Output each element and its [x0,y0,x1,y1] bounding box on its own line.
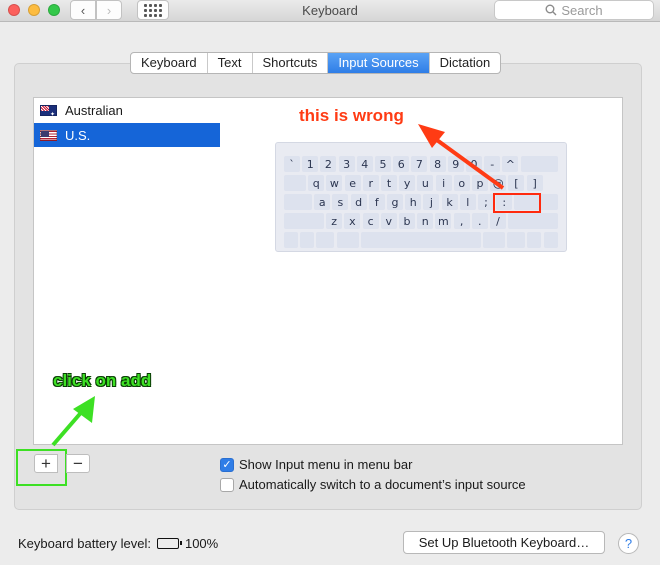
key-blank [300,232,315,248]
key-blank [284,232,298,248]
annotation-this-is-wrong: this is wrong [299,106,404,125]
key-52: 4 [356,156,373,172]
key-94: ^ [502,156,519,172]
key-blank [527,232,542,248]
auto-switch-option[interactable]: Automatically switch to a document’s inp… [220,477,526,492]
auto-switch-label: Automatically switch to a document’s inp… [239,477,526,492]
show-input-menu-option[interactable]: ✓ Show Input menu in menu bar [220,457,412,472]
key-98: b [399,213,415,229]
key-115: s [332,194,349,210]
key-47: / [490,213,506,229]
key-118: v [380,213,397,229]
key-blank [316,232,335,248]
highlight-box-wrong [493,193,541,213]
key-120: x [344,213,361,229]
add-input-source-button[interactable]: + [34,454,58,473]
key-91: [ [508,175,525,191]
key-111: o [453,175,470,191]
tab-keyboard[interactable]: Keyboard [131,53,207,73]
us-flag-icon [40,129,57,141]
key-113: q [308,175,325,191]
key-55: 7 [411,156,428,172]
key-110: n [417,213,434,229]
key-blank [284,194,312,210]
tab-bar: Keyboard Text Shortcuts Input Sources Di… [130,52,502,74]
key-blank [284,213,324,229]
list-item-label: Australian [65,102,123,118]
input-source-list[interactable]: Australian U.S. [33,97,221,445]
key-97: a [314,194,331,210]
tab-input-sources[interactable]: Input Sources [327,53,429,73]
key-108: l [459,194,476,210]
auto-switch-checkbox[interactable] [220,477,234,492]
key-59: ; [478,194,494,210]
key-blank [360,232,481,248]
help-button[interactable]: ? [618,533,639,554]
key-64: @ [490,175,507,191]
search-placeholder: Search [561,2,603,18]
key-112: p [472,175,488,191]
key-121: y [399,175,416,191]
show-input-menu-checkbox[interactable]: ✓ [220,457,234,472]
setup-bluetooth-keyboard-button[interactable]: Set Up Bluetooth Keyboard… [403,531,605,554]
key-93: ] [526,175,543,191]
search-icon [545,4,557,16]
list-item-us[interactable]: U.S. [34,123,220,147]
battery-icon [156,538,182,549]
key-49: 1 [302,156,319,172]
key-105: i [435,175,452,191]
key-114: r [362,175,379,191]
key-101: e [344,175,361,191]
key-blank [284,175,306,191]
key-102: f [368,194,385,210]
battery-label: Keyboard battery level: [18,536,151,551]
key-blank [483,232,505,248]
key-117: u [417,175,434,191]
key-blank [508,213,558,229]
australia-flag-icon [40,104,57,118]
show-input-menu-label: Show Input menu in menu bar [239,457,413,472]
key-blank [336,232,359,248]
key-104: h [405,194,422,210]
key-51: 3 [338,156,355,172]
key-56: 8 [429,156,446,172]
list-item-australian[interactable]: Australian [34,98,220,122]
key-99: c [362,213,379,229]
key-45: - [484,156,501,172]
tab-dictation[interactable]: Dictation [428,53,501,73]
key-109: m [435,213,452,229]
key-57: 9 [447,156,464,172]
key-46: . [471,213,488,229]
key-103: g [387,194,403,210]
tab-shortcuts[interactable]: Shortcuts [251,53,328,73]
key-blank [543,232,558,248]
remove-input-source-button[interactable]: − [66,454,90,473]
title-bar: ‹ › Keyboard Search [0,0,660,22]
key-blank [507,232,526,248]
key-96: ` [284,156,300,172]
key-100: d [350,194,367,210]
key-119: w [326,175,343,191]
key-107: k [441,194,458,210]
key-122: z [326,213,343,229]
key-116: t [381,175,397,191]
annotation-click-on-add: click on add [53,371,152,390]
key-50: 2 [320,156,337,172]
key-44: , [453,213,470,229]
key-53: 5 [375,156,391,172]
battery-status: Keyboard battery level: 100% [18,536,218,551]
key-106: j [423,194,440,210]
list-item-label: U.S. [65,127,91,143]
search-input[interactable]: Search [494,0,654,20]
key-blank [520,156,558,172]
key-48: 0 [466,156,482,172]
key-54: 6 [393,156,410,172]
tab-text[interactable]: Text [206,53,252,73]
battery-value: 100% [184,536,219,551]
